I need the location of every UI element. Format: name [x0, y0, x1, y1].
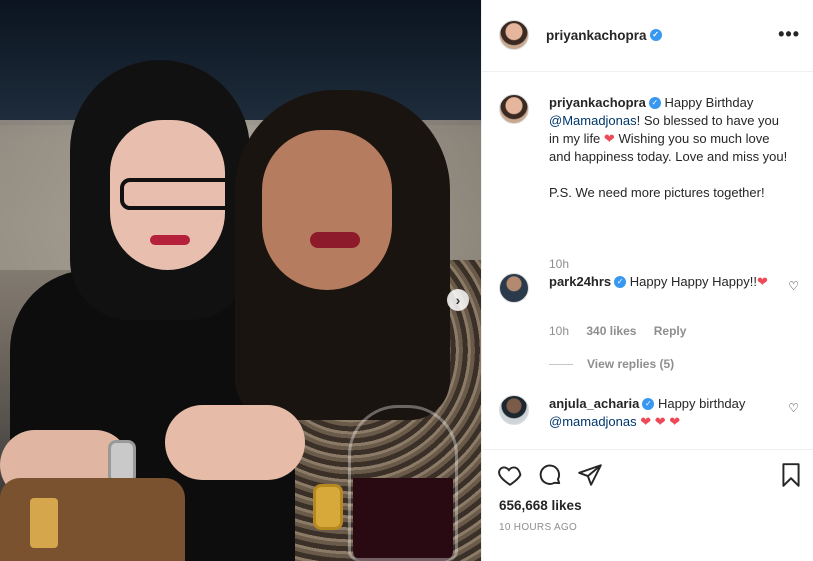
post-side-panel: priyankachopra ✓ ••• priyankachopra ✓ Happ…: [481, 0, 813, 561]
caption-meta: 10h: [549, 257, 583, 271]
post-photo[interactable]: [0, 0, 481, 561]
verified-badge-icon: ✓: [649, 29, 662, 42]
like-comment-heart-icon[interactable]: ♡: [788, 401, 799, 415]
comment-avatar[interactable]: [499, 395, 529, 425]
author-username[interactable]: priyankachopra ✓: [546, 28, 662, 43]
verified-badge-icon: ✓: [648, 96, 661, 109]
view-replies-line: [549, 364, 573, 366]
caption-ps: P.S. We need more pictures together!: [549, 185, 765, 200]
likes-count[interactable]: 656,668 likes: [499, 498, 582, 513]
photo-arm-right: [165, 405, 305, 480]
like-comment-heart-icon[interactable]: ♡: [788, 279, 799, 293]
photo-lips-left: [150, 235, 190, 245]
post-header: priyankachopra ✓ •••: [482, 0, 813, 72]
photo-wine-glass: [348, 405, 458, 561]
photo-glasses: [120, 178, 235, 210]
more-options-icon[interactable]: •••: [778, 24, 800, 45]
verified-badge-icon: ✓: [642, 397, 655, 410]
verified-badge-icon: ✓: [614, 275, 627, 288]
view-replies-button[interactable]: View replies (5): [549, 357, 674, 371]
save-bookmark-icon[interactable]: [778, 462, 804, 488]
comments-list: priyankachopra ✓ Happy Birthday @Mamadjon…: [482, 72, 813, 448]
caption-mention[interactable]: @Mamadjonas: [549, 113, 637, 128]
comment-item: anjula_acharia ✓ Happy birthday @mamadjon…: [499, 395, 799, 448]
like-heart-icon[interactable]: [497, 462, 523, 488]
share-paper-plane-icon[interactable]: [577, 462, 603, 488]
carousel-next-icon[interactable]: ›: [447, 289, 469, 311]
action-bar: 656,668 likes 10 HOURS AGO: [482, 449, 813, 561]
red-heart-icon: ❤: [756, 274, 768, 289]
comment-text: anjula_acharia ✓ Happy birthday @mamadjon…: [549, 395, 789, 431]
photo-person-right-face: [262, 130, 392, 290]
caption: priyankachopra ✓ Happy Birthday @Mamadjon…: [499, 94, 799, 271]
comment-mention[interactable]: @mamadjonas: [549, 414, 637, 429]
comment-avatar[interactable]: [499, 273, 529, 303]
caption-username[interactable]: priyankachopra: [549, 95, 646, 110]
posted-time[interactable]: 10 HOURS AGO: [499, 522, 577, 533]
caption-avatar[interactable]: [499, 94, 529, 124]
photo-lips-right: [310, 232, 360, 248]
caption-text: priyankachopra ✓ Happy Birthday @Mamadjon…: [549, 94, 789, 202]
photo-handbag: [0, 478, 185, 561]
comment-username[interactable]: anjula_acharia: [549, 396, 639, 411]
comment-body: Happy birthday: [657, 396, 746, 411]
reply-button[interactable]: Reply: [654, 324, 687, 338]
comment-body: Happy Happy Happy!!: [629, 274, 757, 289]
photo-gold-watch: [313, 484, 343, 530]
author-avatar[interactable]: [499, 20, 529, 50]
red-heart-icon: ❤ ❤ ❤: [640, 414, 681, 429]
view-replies-label: View replies (5): [587, 357, 675, 371]
comment-meta: 10h 340 likes Reply: [549, 324, 700, 338]
photo-handbag-clasp: [30, 498, 58, 548]
red-heart-icon: ❤: [603, 131, 615, 146]
comment-bubble-icon[interactable]: [537, 462, 563, 488]
comment-time[interactable]: 10h: [549, 324, 569, 338]
caption-pre: Happy Birthday: [664, 95, 754, 110]
photo-background-top: [0, 0, 481, 125]
comment-text: park24hrs ✓ Happy Happy Happy!!❤: [549, 273, 789, 291]
caption-time[interactable]: 10h: [549, 257, 569, 271]
comment-likes[interactable]: 340 likes: [586, 324, 636, 338]
comment-item: park24hrs ✓ Happy Happy Happy!!❤ ♡ 10h 34…: [499, 273, 799, 373]
comment-username[interactable]: park24hrs: [549, 274, 611, 289]
